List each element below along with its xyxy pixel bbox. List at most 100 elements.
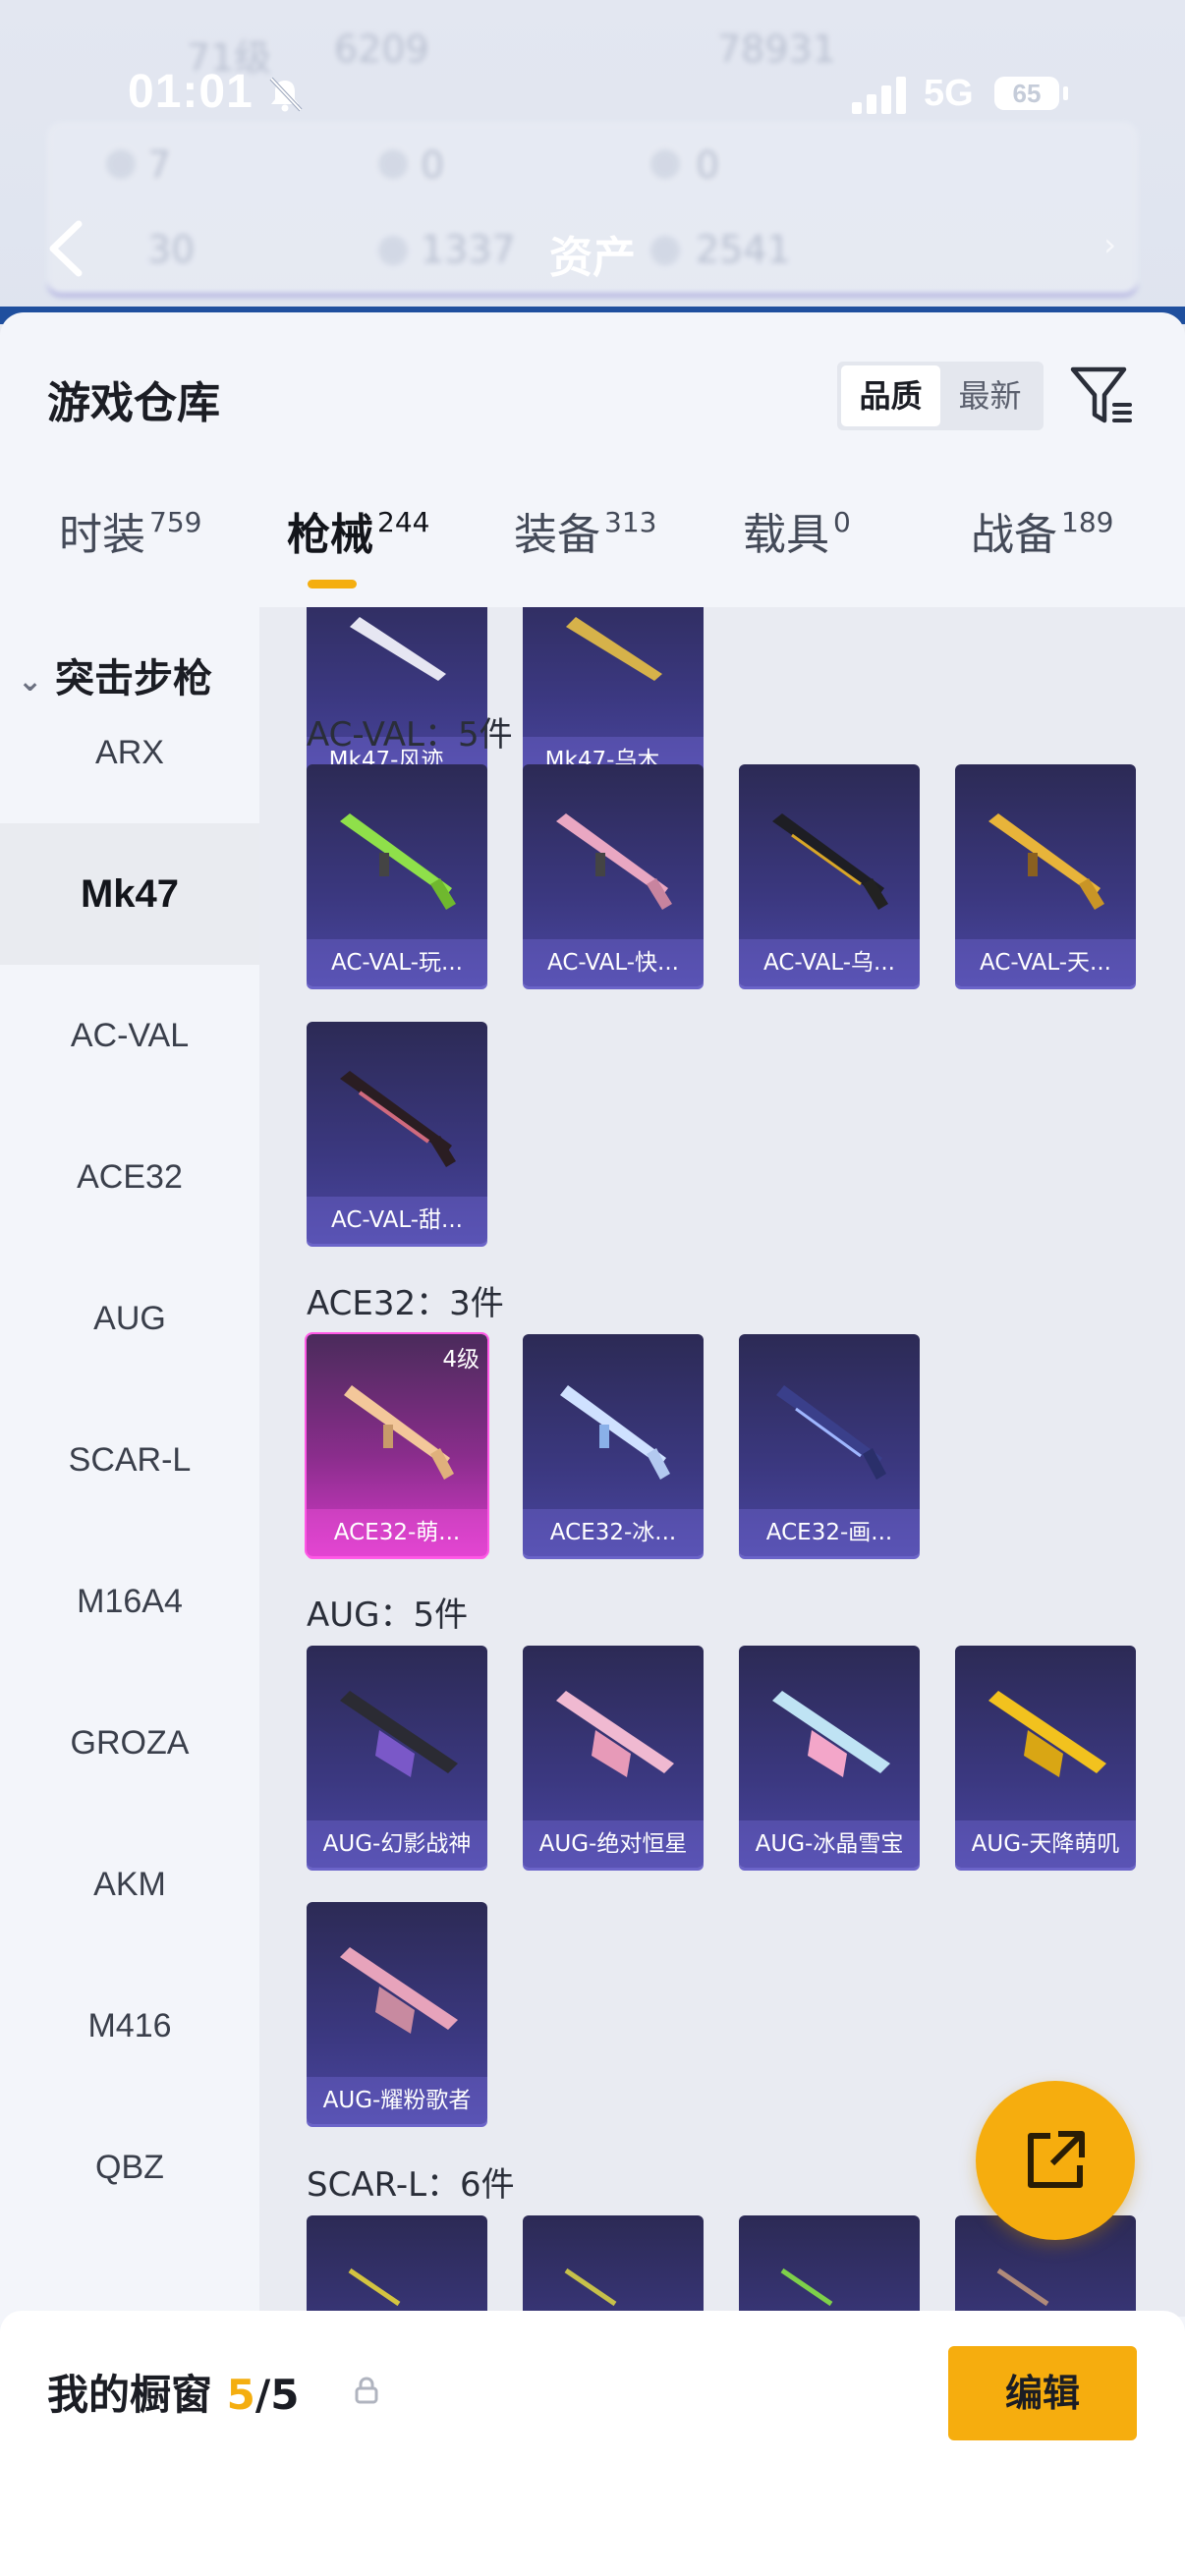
- tab-fashion[interactable]: 时装 759: [59, 499, 201, 607]
- gun-skin-image: [996, 2268, 1049, 2307]
- gun-skin-image: [340, 1071, 456, 1167]
- section-title: AUG：5件: [307, 1596, 469, 1635]
- blurred-icon: [650, 149, 680, 179]
- sidebar-item-m16a4[interactable]: M16A4: [0, 1531, 259, 1672]
- sidebar-item-mk47[interactable]: Mk47: [0, 823, 259, 965]
- showcase-label: 我的橱窗: [47, 2371, 213, 2419]
- network-type: 5G: [924, 73, 974, 114]
- skin-card-label: ACE32-画...: [739, 1509, 920, 1556]
- gun-skin-image: [566, 617, 662, 681]
- sidebar-item-arx[interactable]: ARX: [0, 682, 259, 823]
- skin-card-label: AC-VAL-乌...: [739, 939, 920, 986]
- weapon-skin-grid: Mk47-风迹... Mk47-乌木... AC-VAL：5件 AC-VAL-玩…: [259, 607, 1185, 2317]
- sidebar-item-akm[interactable]: AKM: [0, 1814, 259, 1955]
- tab-count: 0: [833, 506, 851, 538]
- sidebar-item-ac-val[interactable]: AC-VAL: [0, 965, 259, 1106]
- weapon-type-sidebar: ⌄ 突击步枪 ARX Mk47 AC-VAL ACE32 AUG SCAR-L M…: [0, 607, 259, 2576]
- gun-skin-image: [564, 2268, 617, 2307]
- skin-card[interactable]: ACE32-冰...: [523, 1334, 704, 1556]
- sidebar-item-aug[interactable]: AUG: [0, 1248, 259, 1389]
- battery-nub: [1063, 86, 1068, 100]
- skin-card-label: AC-VAL-天...: [955, 939, 1136, 986]
- skin-card-label: AC-VAL-快...: [523, 939, 704, 986]
- tab-firearms[interactable]: 枪械 244: [287, 499, 429, 607]
- skin-card-label: ACE32-冰...: [523, 1509, 704, 1556]
- tab-count: 313: [604, 506, 657, 538]
- sidebar-item-groza[interactable]: GROZA: [0, 1672, 259, 1814]
- skin-card[interactable]: AUG-冰晶雪宝: [739, 1646, 920, 1868]
- gun-skin-image: [988, 1691, 1106, 1777]
- tab-label: 战备: [971, 510, 1057, 560]
- edit-showcase-button[interactable]: 编辑: [948, 2346, 1137, 2440]
- skin-card[interactable]: Mk47-乌木...: [523, 607, 704, 784]
- gun-skin-image: [772, 1691, 890, 1777]
- gun-skin-image: [340, 1691, 458, 1777]
- category-tabs: 时装 759 枪械 244 装备 313 载具 0 战备 189: [0, 499, 1185, 607]
- skin-card[interactable]: AC-VAL-快...: [523, 764, 704, 986]
- skin-card[interactable]: AC-VAL-甜...: [307, 1022, 487, 1244]
- tab-label: 时装: [59, 510, 145, 560]
- tab-count: 759: [149, 506, 202, 538]
- gun-skin-image: [780, 2268, 833, 2307]
- skin-card-label: AUG-天降萌叽: [955, 1820, 1136, 1868]
- skin-card-label: AUG-耀粉歌者: [307, 2077, 487, 2124]
- share-button[interactable]: [976, 2081, 1135, 2240]
- page-title: 资产: [549, 233, 636, 283]
- battery-indicator: 65: [994, 77, 1059, 110]
- showcase-separator: /: [254, 2371, 271, 2419]
- skin-card-label: AC-VAL-玩...: [307, 939, 487, 986]
- blurred-icon: [378, 149, 408, 179]
- skin-card[interactable]: ACE32-画...: [739, 1334, 920, 1556]
- blurred-icon: [106, 149, 136, 179]
- skin-card-label: AUG-绝对恒星: [523, 1820, 704, 1868]
- tab-vehicles[interactable]: 载具 0: [743, 499, 851, 607]
- bell-muted-icon: [269, 77, 303, 112]
- gun-skin-image: [560, 1385, 670, 1480]
- gun-skin-image: [772, 813, 888, 910]
- sidebar-item-ace32[interactable]: ACE32: [0, 1106, 259, 1248]
- gun-skin-image: [776, 1385, 886, 1480]
- blurred-stat: 0: [421, 143, 445, 187]
- sort-latest-button[interactable]: 最新: [940, 362, 1040, 430]
- showcase-total-count: 5: [270, 2371, 300, 2419]
- skin-card[interactable]: AC-VAL-玩...: [307, 764, 487, 986]
- tab-count: 189: [1061, 506, 1114, 538]
- skin-card-label: AC-VAL-甜...: [307, 1197, 487, 1244]
- skin-card[interactable]: 4级 ACE32-萌...: [305, 1332, 489, 1558]
- tab-equipment[interactable]: 装备 313: [514, 499, 656, 607]
- section-title: ACE32：3件: [307, 1284, 504, 1323]
- tab-battle-gear[interactable]: 战备 189: [971, 499, 1113, 607]
- skin-card[interactable]: AC-VAL-乌...: [739, 764, 920, 986]
- gun-skin-image: [340, 813, 456, 910]
- section-title: SCAR-L：6件: [307, 2165, 515, 2205]
- sidebar-item-scar-l[interactable]: SCAR-L: [0, 1389, 259, 1531]
- signal-icon: [852, 77, 906, 114]
- warehouse-sheet: 游戏仓库 品质 最新 时装 759 枪械 244 装备 313 载具 0 战备 189 ⌄…: [0, 312, 1185, 2576]
- skin-card[interactable]: AUG-天降萌叽: [955, 1646, 1136, 1868]
- gun-skin-image: [340, 1947, 458, 2034]
- skin-card[interactable]: AUG-耀粉歌者: [307, 1902, 487, 2124]
- sidebar-item-qbz[interactable]: QBZ: [0, 2097, 259, 2238]
- skin-card[interactable]: Mk47-风迹...: [307, 607, 487, 784]
- showcase-summary: 我的橱窗 5/5: [47, 2362, 299, 2422]
- filter-icon[interactable]: [1069, 364, 1136, 428]
- sort-toggle: 品质 最新: [837, 362, 1044, 430]
- sort-quality-button[interactable]: 品质: [841, 365, 940, 426]
- share-icon: [1028, 2131, 1085, 2188]
- skin-card-label: ACE32-萌...: [307, 1509, 487, 1556]
- skin-card[interactable]: AC-VAL-天...: [955, 764, 1136, 986]
- skin-card[interactable]: [739, 2215, 920, 2317]
- skin-card[interactable]: [307, 2215, 487, 2317]
- lock-icon: [355, 2377, 378, 2404]
- gun-skin-image: [348, 2268, 401, 2307]
- skin-card[interactable]: [523, 2215, 704, 2317]
- section-title: AC-VAL：5件: [307, 715, 513, 755]
- warehouse-title: 游戏仓库: [47, 378, 220, 428]
- nav-bar: 资产 ›: [0, 206, 1185, 295]
- skin-card-label: AUG-幻影战神: [307, 1820, 487, 1868]
- active-tab-indicator: [308, 580, 357, 588]
- header-background: 71级 6209 78931 7 0 0 30 1337 2541 01:01 …: [0, 0, 1185, 324]
- skin-card[interactable]: AUG-幻影战神: [307, 1646, 487, 1868]
- skin-card[interactable]: AUG-绝对恒星: [523, 1646, 704, 1868]
- sidebar-item-m416[interactable]: M416: [0, 1955, 259, 2097]
